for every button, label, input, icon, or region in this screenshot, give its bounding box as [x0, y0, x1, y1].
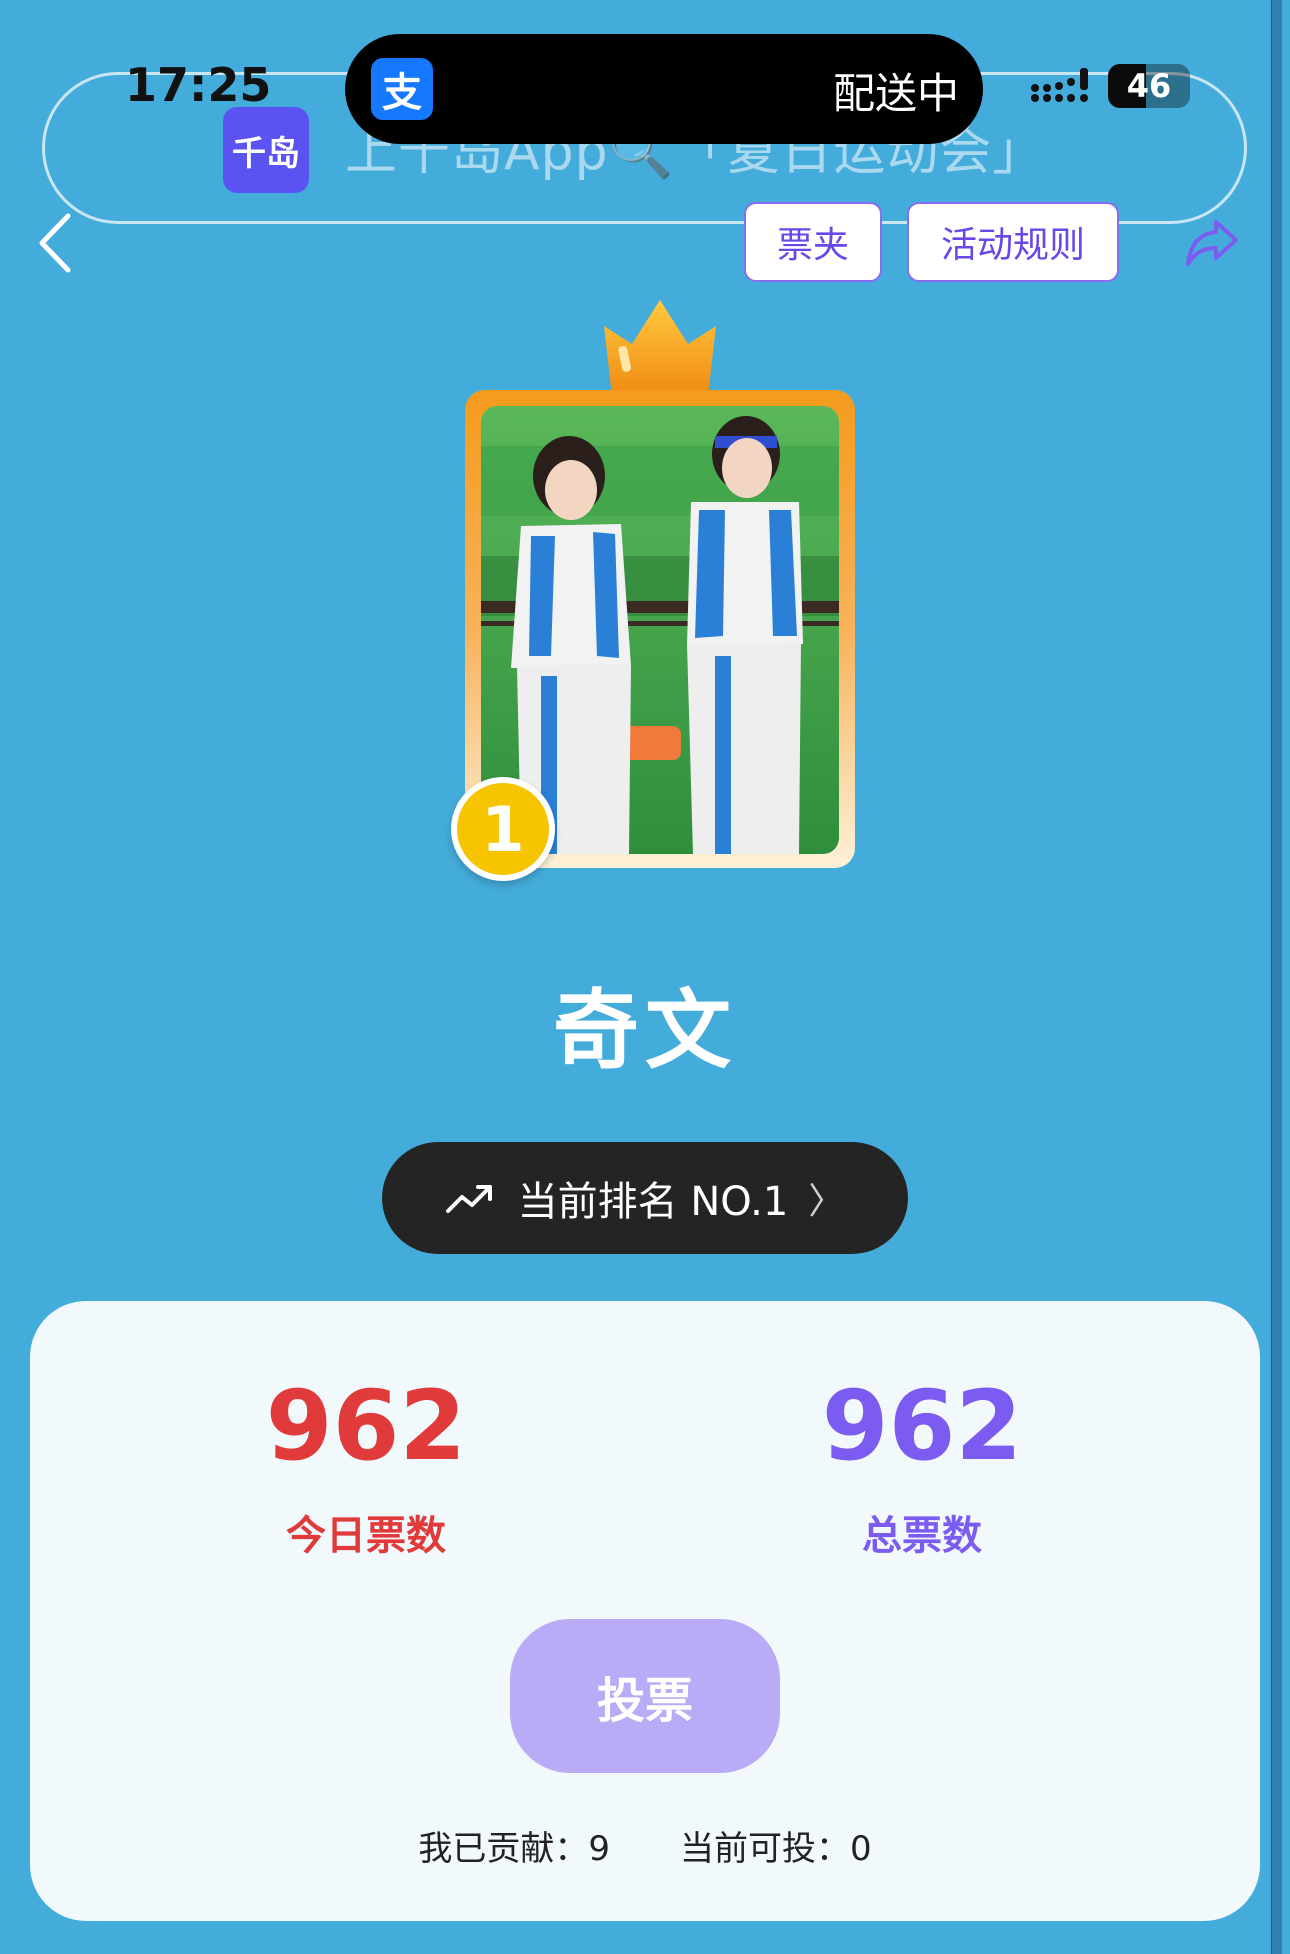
signal-icon — [1031, 68, 1088, 102]
status-time: 17:25 — [125, 58, 272, 112]
app-root: 千岛 上千岛App🔍「夏日运动会」 17:25 支 配送中 46 票夹 活动规则 — [0, 0, 1290, 1954]
alipay-icon: 支 — [371, 58, 433, 120]
contributed-value: 9 — [588, 1829, 610, 1869]
available-value: 0 — [850, 1829, 872, 1869]
qiandao-logo: 千岛 — [223, 107, 309, 193]
available-label: 当前可投： — [680, 1829, 850, 1869]
today-votes: 962 今日票数 — [166, 1371, 566, 1561]
total-votes: 962 总票数 — [722, 1371, 1122, 1561]
crown-icon — [604, 300, 716, 396]
current-rank-button[interactable]: 当前排名 NO.1 〉 — [382, 1142, 908, 1254]
battery-icon: 46 — [1108, 64, 1190, 108]
contributed-label: 我已贡献： — [418, 1829, 589, 1869]
chevron-right-icon: 〉 — [808, 1181, 845, 1222]
trending-up-icon — [445, 1185, 492, 1213]
back-arrow-icon[interactable] — [32, 210, 78, 276]
today-votes-value: 962 — [265, 1370, 467, 1482]
dynamic-island[interactable]: 支 配送中 — [345, 34, 983, 144]
current-rank-label: 当前排名 NO.1 — [517, 1179, 789, 1225]
island-status-text: 配送中 — [832, 69, 959, 118]
activity-rules-button[interactable]: 活动规则 — [907, 202, 1119, 282]
rank-badge: 1 — [451, 777, 555, 881]
total-votes-value: 962 — [821, 1370, 1023, 1482]
vote-button[interactable]: 投票 — [510, 1619, 780, 1773]
share-icon[interactable] — [1182, 214, 1242, 270]
ticket-wallet-button[interactable]: 票夹 — [744, 202, 882, 282]
vote-footer: 我已贡献：9 当前可投：0 — [30, 1821, 1260, 1870]
battery-level: 46 — [1126, 67, 1172, 105]
vote-card: 962 今日票数 962 总票数 投票 我已贡献：9 当前可投：0 — [30, 1301, 1260, 1921]
today-votes-label: 今日票数 — [286, 1513, 446, 1559]
total-votes-label: 总票数 — [862, 1513, 982, 1559]
idol-name: 奇文 — [553, 981, 737, 1081]
